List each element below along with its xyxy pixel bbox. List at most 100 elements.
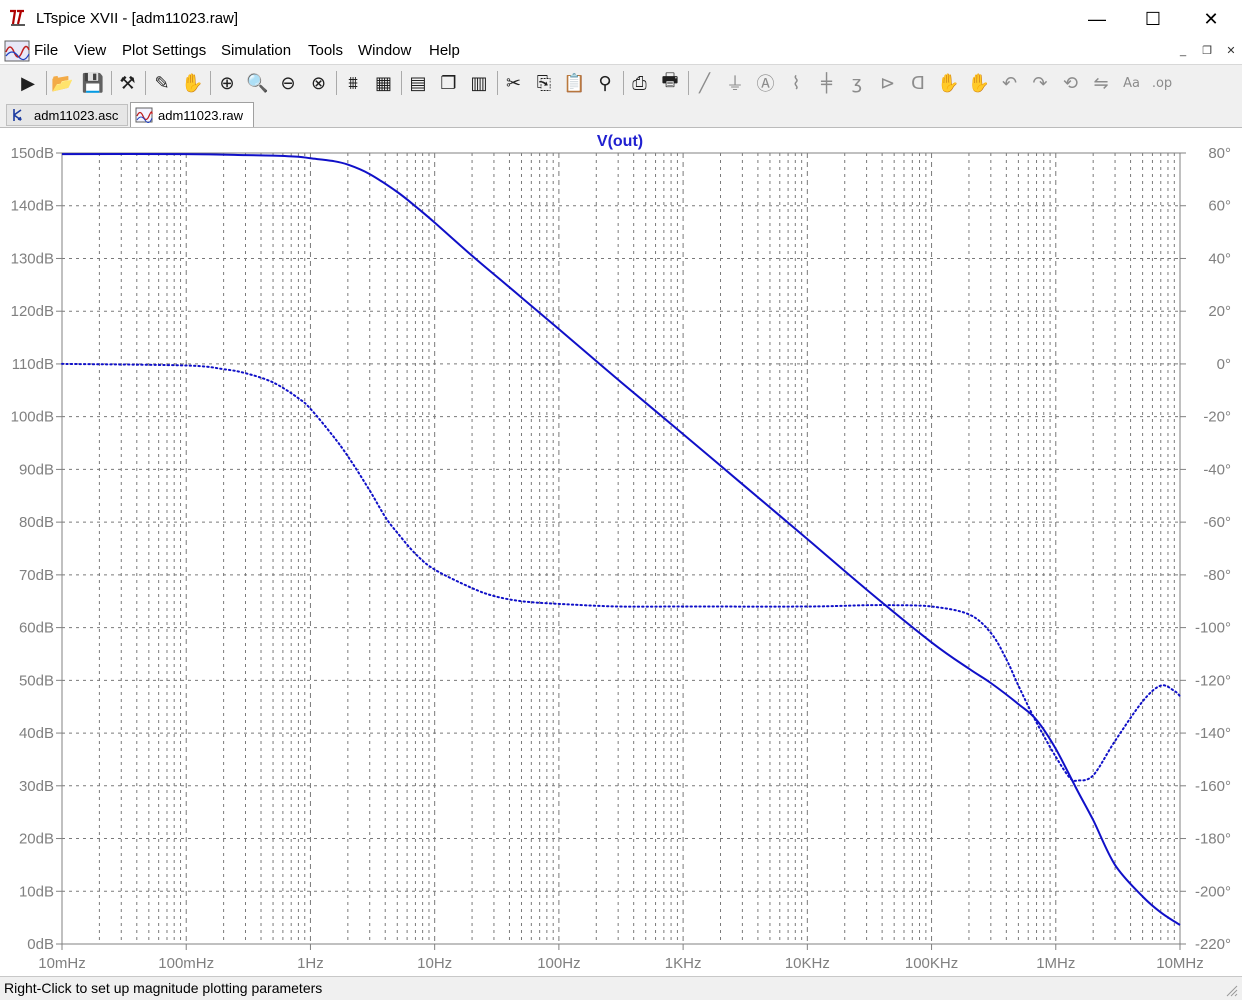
mdi-close-button[interactable]: ✕	[1220, 42, 1242, 60]
menu-file[interactable]: File	[34, 42, 58, 59]
component-button[interactable]: ᗡ	[904, 69, 932, 97]
zoom-out-button[interactable]: ⊖	[274, 69, 302, 97]
redo-icon: ↷	[1032, 72, 1048, 94]
x-tick-label: 100KHz	[905, 955, 958, 972]
maximize-button[interactable]: ☐	[1124, 0, 1182, 38]
title-bar: LTspice XVII - [adm11023.raw] — ☐ ✕	[0, 0, 1242, 38]
menu-plot-settings[interactable]: Plot Settings	[122, 42, 206, 59]
minimize-button[interactable]: —	[1068, 0, 1126, 38]
pan-hand-icon: ✋	[181, 72, 204, 94]
x-tick-label: 10mHz	[38, 955, 86, 972]
y-left-tick-label: 150dB	[11, 145, 54, 162]
probe-button[interactable]: ✎	[148, 69, 176, 97]
x-tick-label: 1MHz	[1036, 955, 1075, 972]
print-preview-icon: ⎙	[632, 72, 647, 94]
traces	[61, 153, 1181, 926]
inductor-icon: ʒ	[851, 72, 863, 94]
menu-simulation[interactable]: Simulation	[221, 42, 291, 59]
toolbar-separator	[110, 71, 112, 95]
ground-button[interactable]: ⏚	[721, 69, 749, 97]
y-right-tick-label: -60°	[1203, 514, 1231, 531]
run-icon: ▶	[21, 72, 35, 94]
move-button[interactable]: ✋	[935, 69, 963, 97]
copy-button[interactable]: ⎘	[530, 69, 558, 97]
bode-plot[interactable]: 150dB 140dB 130dB 120dB 110dB 100dB 90dB 80dB 70…	[0, 128, 1242, 975]
menu-tools[interactable]: Tools	[308, 42, 343, 59]
y-left-tick-label: 10dB	[19, 883, 54, 900]
y-left-tick-label: 0dB	[27, 936, 54, 953]
undo-icon: ↶	[1001, 72, 1018, 94]
y-left-tick-label: 120dB	[11, 303, 54, 320]
cascade-button[interactable]: ❐	[435, 69, 463, 97]
capacitor-button[interactable]: ╪	[813, 69, 841, 97]
window-title: LTspice XVII - [adm11023.raw]	[36, 10, 239, 27]
y-left-tick-label: 100dB	[11, 409, 54, 426]
close-button[interactable]: ✕	[1182, 0, 1240, 38]
capacitor-icon: ╪	[821, 72, 832, 94]
tab-waveform[interactable]: adm11023.raw	[130, 102, 254, 127]
undo-button[interactable]: ↶	[996, 69, 1024, 97]
mdi-restore-button[interactable]: ❐	[1196, 42, 1218, 60]
run-button[interactable]: ▶	[14, 69, 42, 97]
trace-phase[interactable]	[61, 362, 1181, 782]
tile-vertical-icon: ▥	[470, 72, 488, 94]
pan-hand-button[interactable]: ✋	[179, 69, 207, 97]
grid-button[interactable]: ▦	[370, 69, 398, 97]
wire-icon: ╱	[699, 72, 710, 94]
tile-horizontal-button[interactable]: ▤	[404, 69, 432, 97]
y-left-tick-label: 130dB	[11, 250, 54, 267]
resistor-button[interactable]: ⌇	[782, 69, 810, 97]
resize-grip-icon[interactable]	[1224, 983, 1238, 997]
rotate-button[interactable]: ⟲	[1057, 69, 1085, 97]
spice-directive-icon: .op	[1151, 75, 1173, 91]
diode-button[interactable]: ⊳	[874, 69, 902, 97]
wire-button[interactable]: ╱	[691, 69, 719, 97]
menu-window[interactable]: Window	[358, 42, 411, 59]
menu-view[interactable]: View	[74, 42, 106, 59]
control-panel-button[interactable]: ⚒	[114, 69, 142, 97]
zoom-back-button[interactable]: 🔍	[244, 69, 272, 97]
y-right-tick-label: 20°	[1208, 303, 1231, 320]
x-tick-label: 10Hz	[417, 955, 452, 972]
menu-help[interactable]: Help	[429, 42, 460, 59]
text-button[interactable]: Aa	[1118, 69, 1146, 97]
waveform-plot-pane[interactable]: 150dB 140dB 130dB 120dB 110dB 100dB 90dB 80dB 70…	[0, 128, 1242, 975]
spice-directive-button[interactable]: .op	[1148, 69, 1176, 97]
tab-schematic[interactable]: adm11023.asc	[6, 104, 128, 126]
x-tick-label: 1Hz	[297, 955, 324, 972]
save-button[interactable]: 💾	[79, 69, 107, 97]
zoom-cancel-button[interactable]: ⊗	[305, 69, 333, 97]
y-right-tick-label: -200°	[1195, 883, 1231, 900]
mirror-button[interactable]: ⇋	[1087, 69, 1115, 97]
waveform-icon	[135, 107, 153, 123]
tile-vertical-button[interactable]: ▥	[465, 69, 493, 97]
find-button[interactable]: ⚲	[591, 69, 619, 97]
zoom-in-button[interactable]: ⊕	[213, 69, 241, 97]
cut-button[interactable]: ✂	[500, 69, 528, 97]
open-icon: 📂	[51, 72, 74, 94]
y-left-tick-label: 110dB	[12, 356, 54, 373]
print-button[interactable]: 🖶	[656, 69, 684, 97]
y-right-tick-label: 0°	[1217, 356, 1231, 373]
diode-icon: ⊳	[879, 72, 896, 94]
autorange-button[interactable]: ⩩	[339, 69, 367, 97]
rotate-icon: ⟲	[1062, 72, 1079, 94]
plot-title[interactable]: V(out)	[597, 133, 643, 150]
inductor-button[interactable]: ʒ	[843, 69, 871, 97]
mdi-minimize-button[interactable]: _	[1172, 42, 1194, 60]
x-tick-label: 10MHz	[1156, 955, 1204, 972]
drag-button[interactable]: ✋	[965, 69, 993, 97]
waveform-document-icon[interactable]	[4, 40, 30, 62]
print-preview-button[interactable]: ⎙	[626, 69, 654, 97]
open-button[interactable]: 📂	[49, 69, 77, 97]
ltspice-app-icon[interactable]	[8, 8, 28, 28]
label-net-icon: Ⓐ	[756, 74, 775, 95]
y-right-tick-label: -160°	[1195, 778, 1231, 795]
x-tick-label: 100mHz	[158, 955, 214, 972]
label-net-button[interactable]: Ⓐ	[752, 69, 780, 97]
trace-magnitude[interactable]	[61, 153, 1181, 926]
redo-button[interactable]: ↷	[1026, 69, 1054, 97]
paste-button[interactable]: 📋	[561, 69, 589, 97]
drag-icon: ✋	[967, 72, 991, 94]
zoom-back-icon: 🔍	[246, 72, 269, 94]
